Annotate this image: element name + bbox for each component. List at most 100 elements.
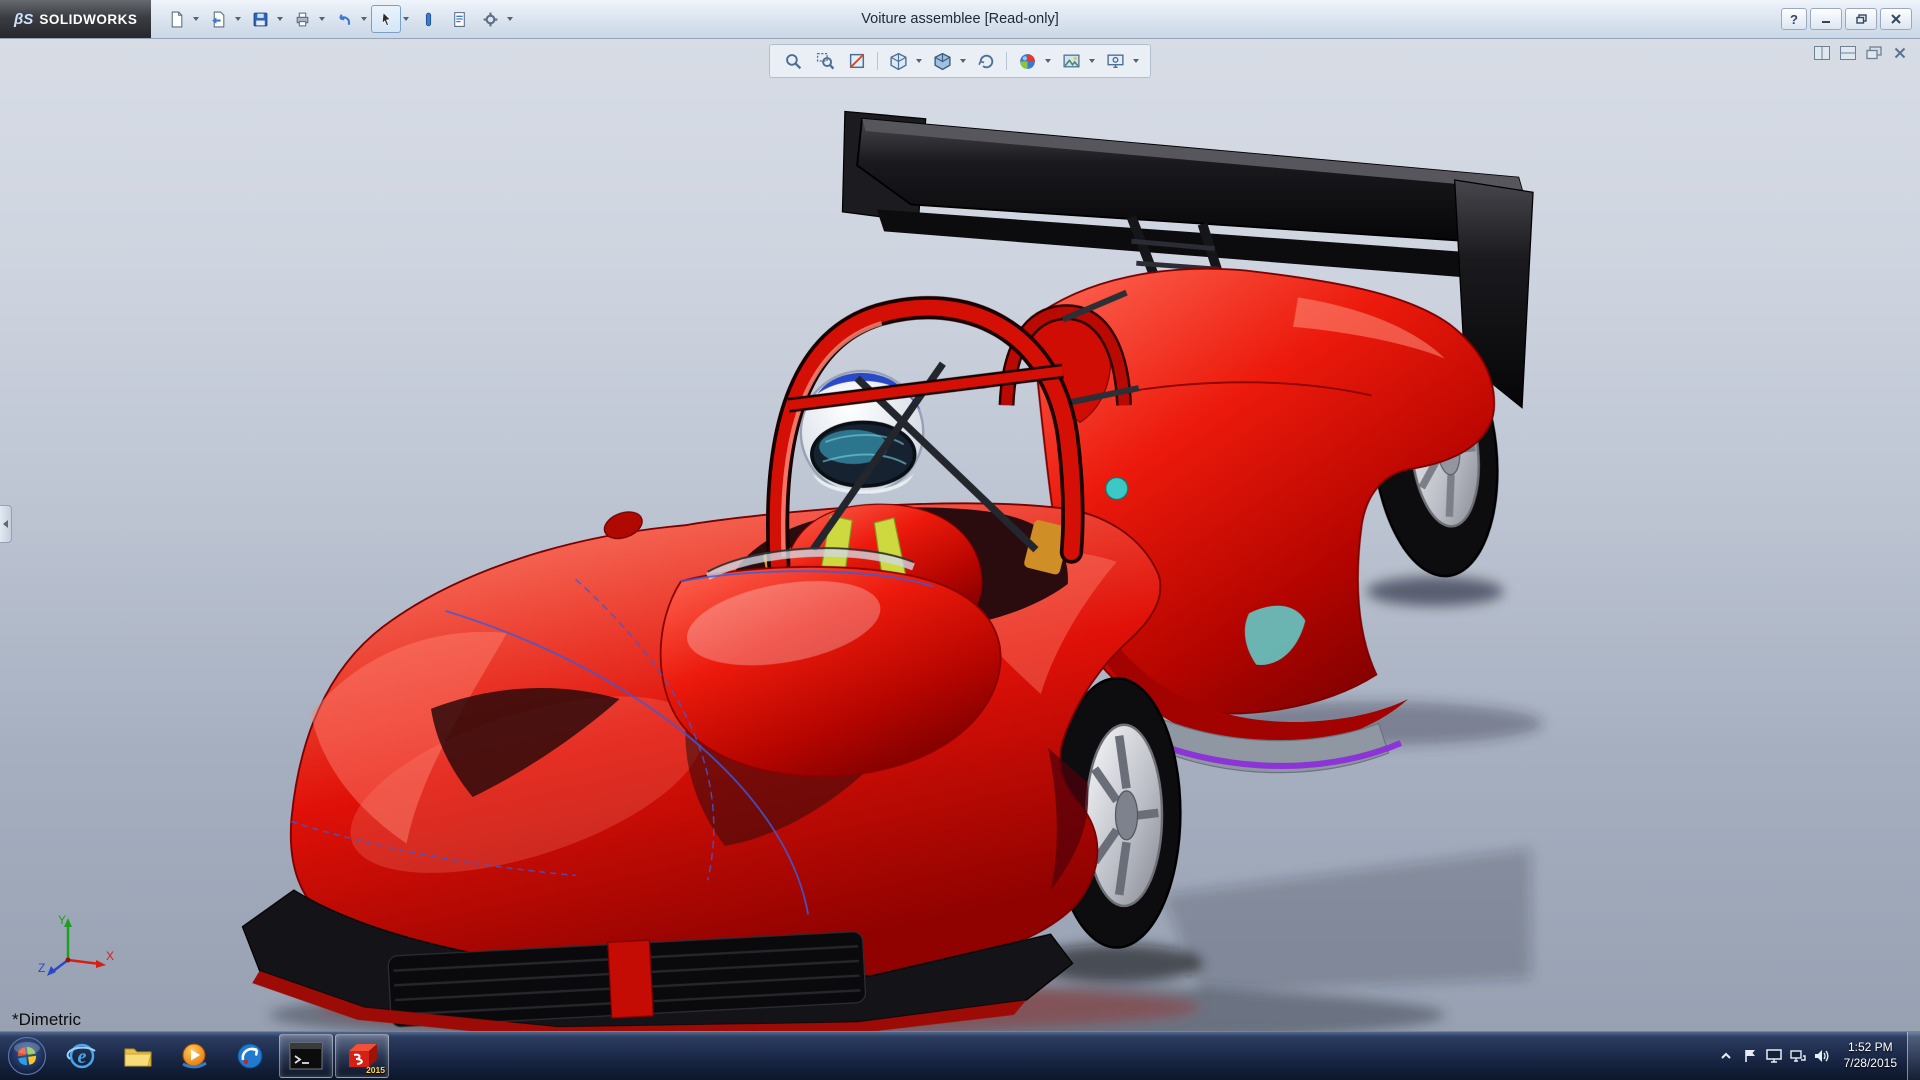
edit-appearance-sphere-icon xyxy=(1018,52,1037,71)
undo-icon xyxy=(336,11,353,28)
display-settings-button[interactable] xyxy=(1762,1036,1786,1076)
internet-explorer-icon: e xyxy=(66,1040,98,1072)
apply-scene-button[interactable] xyxy=(1056,47,1086,75)
edit-appearance-dropdown[interactable] xyxy=(1045,59,1051,63)
tray-expand-button[interactable] xyxy=(1714,1036,1738,1076)
new-file-dropdown[interactable] xyxy=(193,17,199,21)
race-car-model[interactable] xyxy=(0,38,1920,1032)
close-pane-button[interactable] xyxy=(1890,44,1910,61)
rotate-view-button[interactable] xyxy=(971,47,1001,75)
toolbar-separator xyxy=(1006,52,1007,70)
file-properties-button[interactable] xyxy=(444,5,474,33)
save-icon xyxy=(252,11,269,28)
view-orientation-cube-icon xyxy=(889,52,908,71)
taskbar-item-internet-explorer[interactable]: e xyxy=(55,1034,109,1078)
options-dropdown[interactable] xyxy=(507,17,513,21)
file-properties-icon xyxy=(451,11,468,28)
new-file-button[interactable] xyxy=(161,5,191,33)
taskbar: e xyxy=(0,1031,1920,1080)
print-dropdown[interactable] xyxy=(319,17,325,21)
open-document-dropdown[interactable] xyxy=(235,17,241,21)
close-pane-icon xyxy=(1894,47,1906,59)
close-icon xyxy=(1891,14,1901,24)
section-view-button[interactable] xyxy=(842,47,872,75)
display-style-dropdown[interactable] xyxy=(960,59,966,63)
solidworks-logo: βS SOLIDWORKS xyxy=(0,0,151,38)
taskbar-item-command-prompt[interactable] xyxy=(279,1034,333,1078)
open-document-button[interactable] xyxy=(203,5,233,33)
restore-pane-icon xyxy=(1866,46,1882,60)
show-desktop-button[interactable] xyxy=(1907,1032,1920,1080)
main-toolbar xyxy=(161,5,516,33)
save-button[interactable] xyxy=(245,5,275,33)
select-dropdown[interactable] xyxy=(403,17,409,21)
print-button[interactable] xyxy=(287,5,317,33)
taskbar-item-solidworks-launcher[interactable] xyxy=(223,1034,277,1078)
chevron-up-icon xyxy=(1719,1050,1733,1062)
print-icon xyxy=(294,11,311,28)
start-button[interactable] xyxy=(0,1032,54,1080)
taskbar-item-media-player[interactable] xyxy=(167,1034,221,1078)
ds-logo-mark: βS xyxy=(14,11,33,28)
rotate-view-icon xyxy=(977,52,996,71)
apply-scene-dropdown[interactable] xyxy=(1089,59,1095,63)
window-controls: ? xyxy=(1781,8,1920,30)
solidworks-version-badge: 2015 xyxy=(366,1065,385,1075)
system-tray: 1:52 PM 7/28/2015 xyxy=(1714,1032,1920,1080)
view-orientation-dropdown[interactable] xyxy=(916,59,922,63)
open-document-icon xyxy=(210,11,227,28)
save-dropdown[interactable] xyxy=(277,17,283,21)
split-horizontal-icon xyxy=(1840,46,1856,60)
brand-name: SOLIDWORKS xyxy=(39,12,137,27)
help-button[interactable]: ? xyxy=(1781,8,1807,30)
display-style-button[interactable] xyxy=(927,47,957,75)
monitor-icon xyxy=(1765,1048,1783,1064)
view-settings-button[interactable] xyxy=(1100,47,1130,75)
undo-button[interactable] xyxy=(329,5,359,33)
view-settings-dropdown[interactable] xyxy=(1133,59,1139,63)
svg-text:Z: Z xyxy=(38,961,45,975)
minimize-button[interactable] xyxy=(1810,8,1842,30)
reference-triad: Y X Z xyxy=(34,910,118,988)
restore-icon xyxy=(1856,14,1867,24)
undo-dropdown[interactable] xyxy=(361,17,367,21)
action-center-button[interactable] xyxy=(1738,1036,1762,1076)
volume-button[interactable] xyxy=(1810,1036,1834,1076)
close-button[interactable] xyxy=(1880,8,1912,30)
network-icon xyxy=(1789,1048,1807,1064)
taskbar-item-solidworks-2015[interactable]: 2015 xyxy=(335,1034,389,1078)
new-file-icon xyxy=(168,11,185,28)
command-prompt-icon xyxy=(289,1042,323,1070)
view-orientation-button[interactable] xyxy=(883,47,913,75)
split-pane-horizontal-button[interactable] xyxy=(1838,44,1858,61)
taskbar-clock[interactable]: 1:52 PM 7/28/2015 xyxy=(1834,1040,1907,1071)
clock-date: 7/28/2015 xyxy=(1844,1056,1897,1072)
network-status-button[interactable] xyxy=(1786,1036,1810,1076)
clock-time: 1:52 PM xyxy=(1844,1040,1897,1056)
graphics-viewport[interactable]: Y X Z *Dimetric xyxy=(0,38,1920,1032)
zoom-to-fit-button[interactable] xyxy=(778,47,808,75)
restore-pane-button[interactable] xyxy=(1864,44,1884,61)
solidworks-launcher-icon xyxy=(235,1041,265,1071)
select-cursor-icon xyxy=(378,11,395,28)
toolbar-separator xyxy=(877,52,878,70)
zoom-to-area-button[interactable] xyxy=(810,47,840,75)
zoom-to-fit-icon xyxy=(784,52,803,71)
selection-filter-icon xyxy=(420,11,437,28)
flag-icon xyxy=(1742,1048,1758,1064)
split-pane-vertical-button[interactable] xyxy=(1812,44,1832,61)
split-vertical-icon xyxy=(1814,46,1830,60)
solidworks-window: { "colors": { "body_red": "#d31008", "wi… xyxy=(0,0,1920,1080)
viewport-pane-controls xyxy=(1812,44,1910,61)
taskbar-item-file-explorer[interactable] xyxy=(111,1034,165,1078)
edit-appearance-button[interactable] xyxy=(1012,47,1042,75)
selection-filter-button[interactable] xyxy=(413,5,443,33)
minimize-icon xyxy=(1821,14,1831,24)
windows-start-orb-icon xyxy=(7,1036,47,1076)
collapse-arrow-icon xyxy=(3,520,8,528)
options-button[interactable] xyxy=(475,5,505,33)
options-gear-icon xyxy=(482,11,499,28)
select-button[interactable] xyxy=(371,5,401,33)
feature-pane-collapse-tab[interactable] xyxy=(0,505,12,543)
restore-button[interactable] xyxy=(1845,8,1877,30)
